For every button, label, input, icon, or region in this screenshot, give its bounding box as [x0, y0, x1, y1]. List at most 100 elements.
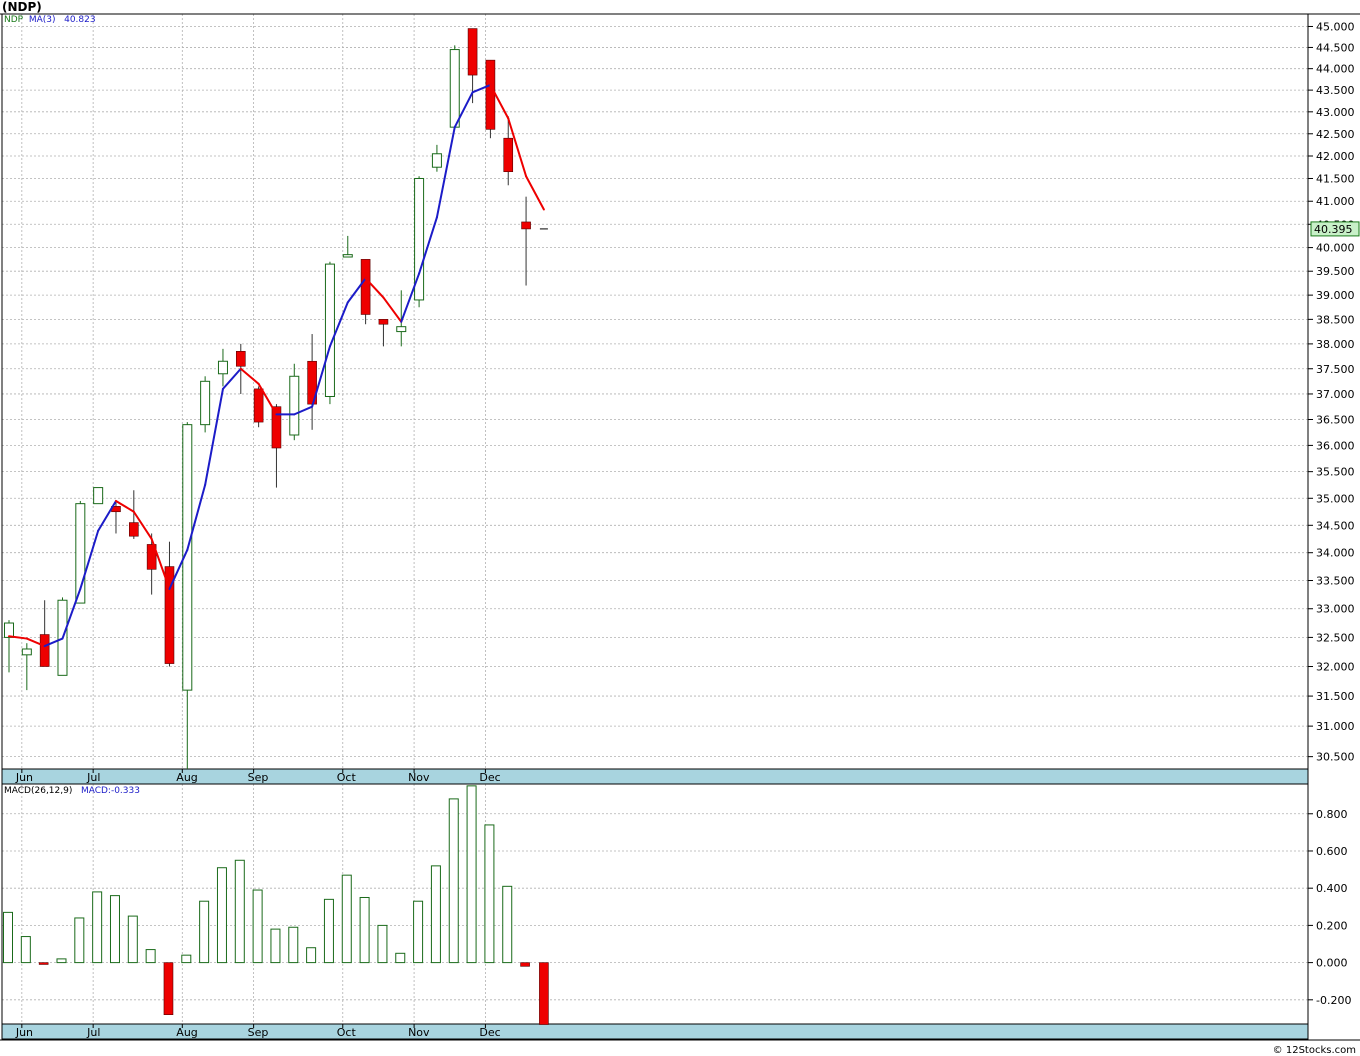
price-tick-label: 44.000: [1316, 63, 1355, 76]
macd-x-axis: Jun Jul Aug Sep Oct Nov Dec: [15, 1024, 501, 1039]
macd-bar: [234, 859, 245, 964]
macd-bar: [92, 891, 103, 964]
price-tick-label: 38.500: [1316, 313, 1355, 326]
price-tick-label: 41.500: [1316, 172, 1355, 185]
price-tick-label: 31.000: [1316, 720, 1355, 733]
macd-x-tick-label: Jul: [86, 1026, 100, 1039]
candle-body: [324, 263, 335, 397]
macd-bar: [163, 962, 174, 1015]
price-x-tick-label: Dec: [479, 771, 500, 784]
price-tick-label: 34.000: [1316, 547, 1355, 560]
price-tick-label: 33.500: [1316, 575, 1355, 588]
price-tick-label: 42.000: [1316, 150, 1355, 163]
candle-body: [21, 648, 32, 656]
macd-x-tick-label: Oct: [337, 1026, 357, 1039]
price-tick-label: 40.000: [1316, 242, 1355, 255]
macd-bar: [3, 911, 13, 964]
price-tick-label: 43.500: [1316, 84, 1355, 97]
ma3-line: [8, 83, 545, 648]
macd-tick-label: 0.400: [1316, 882, 1348, 895]
candle: [521, 196, 531, 286]
macd-bar: [20, 936, 31, 964]
candle-body: [521, 221, 531, 230]
price-y-axis: 30.500 31.000 31.500 32.000 32.500 33.000 33.5…: [1308, 20, 1355, 764]
price-tick-label: 31.500: [1316, 690, 1355, 703]
macd-tick-label: -0.200: [1316, 994, 1351, 1007]
macd-plot-border: [1, 783, 1309, 1025]
candle: [200, 376, 211, 433]
candle-body: [378, 319, 389, 325]
candle: [146, 533, 157, 595]
price-x-axis-band: [1, 768, 1309, 785]
price-tick-label: 34.500: [1316, 519, 1355, 532]
price-tick-label: 39.000: [1316, 289, 1355, 302]
legend-symbol: NDP: [4, 15, 24, 25]
price-tick-label: 35.500: [1316, 466, 1355, 479]
candle: [4, 620, 14, 673]
candle: [164, 541, 175, 667]
price-x-tick-label: Oct: [337, 771, 357, 784]
copyright-text: © 12Stocks.com: [1272, 1045, 1356, 1056]
candle: [378, 319, 389, 347]
macd-date-band: [1, 1023, 1309, 1040]
macd-bar: [430, 865, 441, 964]
candle: [485, 59, 496, 139]
price-x-tick-label: Sep: [248, 771, 269, 784]
candle: [217, 348, 228, 387]
stock-chart: 30.500 31.000 31.500 32.000 32.500 33.000 33.5…: [0, 13, 1360, 1041]
candle: [324, 261, 335, 405]
price-x-tick-label: Aug: [176, 771, 197, 784]
macd-bar: [341, 874, 352, 964]
macd-x-tick-label: Sep: [248, 1026, 269, 1039]
last-price-label: 40.395: [1314, 223, 1353, 236]
macd-bar: [484, 824, 495, 964]
macd-bar: [145, 949, 156, 964]
ma3-segment: [525, 175, 545, 211]
ma3-segment: [97, 499, 117, 532]
price-legend: NDP MA(3) 40.823: [4, 15, 96, 25]
macd-bar: [252, 889, 263, 964]
price-x-tick-label: Jul: [86, 771, 100, 784]
candle: [307, 334, 317, 430]
legend-ma-label: MA(3): [28, 15, 56, 25]
macd-bar: [377, 924, 388, 964]
price-tick-label: 37.000: [1316, 388, 1355, 401]
price-tick-label: 43.000: [1316, 106, 1355, 119]
candle: [414, 176, 425, 308]
price-tick-label: 32.500: [1316, 631, 1355, 644]
candle: [93, 487, 104, 505]
candle: [431, 144, 442, 172]
candle-body: [235, 351, 246, 367]
price-tick-label: 45.000: [1316, 20, 1355, 33]
macd-x-axis-band: [1, 1023, 1309, 1040]
price-date-band: [1, 768, 1309, 785]
candle-body: [431, 153, 442, 168]
ma3-segment: [382, 296, 403, 323]
price-x-tick-label: Jun: [15, 771, 33, 784]
legend-ma-value: 40.823: [64, 15, 96, 25]
candle-body: [467, 28, 478, 76]
candle-body: [503, 137, 514, 173]
price-x-tick-label: Nov: [408, 771, 430, 784]
macd-tick-label: 0.800: [1316, 808, 1348, 821]
candle: [39, 600, 50, 667]
price-tick-label: 42.500: [1316, 128, 1355, 141]
price-tick-label: 44.500: [1316, 41, 1355, 54]
candle-body: [289, 375, 300, 436]
candle: [360, 259, 371, 325]
macd-x-tick-label: Dec: [479, 1026, 500, 1039]
macd-tick-label: 0.200: [1316, 919, 1348, 932]
price-tick-label: 35.000: [1316, 492, 1355, 505]
macd-bar: [288, 926, 299, 964]
macd-bar: [38, 962, 49, 965]
macd-grid: [2, 784, 1308, 1024]
price-panel-frame: [0, 13, 1360, 1040]
ticker-title: (NDP): [2, 0, 42, 14]
macd-x-tick-label: Nov: [408, 1026, 430, 1039]
price-tick-label: 37.500: [1316, 363, 1355, 376]
macd-bar: [502, 885, 513, 964]
macd-bar: [199, 900, 210, 964]
macd-legend-value: MACD:-0.333: [80, 786, 140, 796]
candle: [289, 363, 300, 441]
candle-body: [129, 522, 139, 537]
